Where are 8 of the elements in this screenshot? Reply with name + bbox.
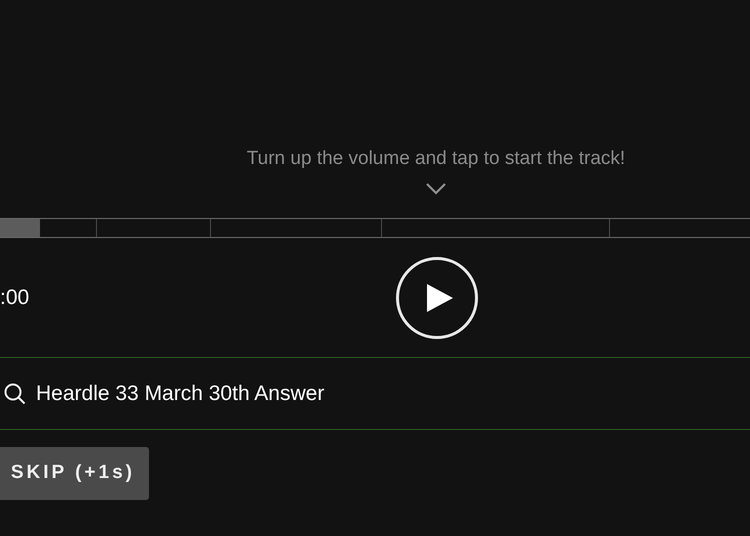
time-text: :00 — [0, 284, 30, 311]
play-button[interactable] — [396, 256, 478, 338]
hint-text: Turn up the volume and tap to start the track! — [246, 147, 626, 171]
search-icon — [4, 383, 26, 405]
play-icon — [426, 284, 452, 312]
skip-button[interactable]: SKIP (+1s) — [0, 447, 149, 500]
search-field[interactable]: Heardle 33 March 30th Answer — [0, 357, 750, 430]
chevron-down-icon — [425, 182, 447, 196]
